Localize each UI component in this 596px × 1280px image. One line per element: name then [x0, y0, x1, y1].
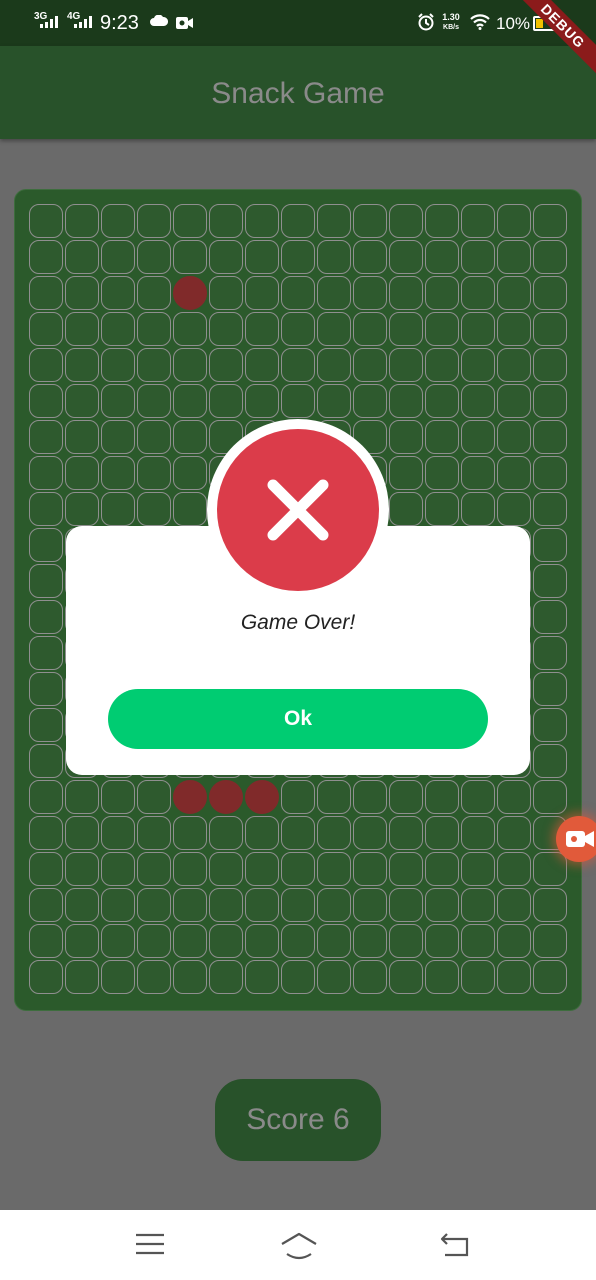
error-badge: [207, 419, 389, 601]
home-icon[interactable]: [280, 1232, 318, 1265]
error-circle: [217, 429, 379, 591]
back-icon[interactable]: [440, 1232, 470, 1263]
menu-icon[interactable]: [136, 1232, 164, 1261]
ok-button[interactable]: Ok: [108, 689, 488, 749]
system-nav-bar: [0, 1210, 596, 1280]
dialog-message: Game Over!: [240, 611, 356, 634]
close-icon: [267, 479, 329, 541]
